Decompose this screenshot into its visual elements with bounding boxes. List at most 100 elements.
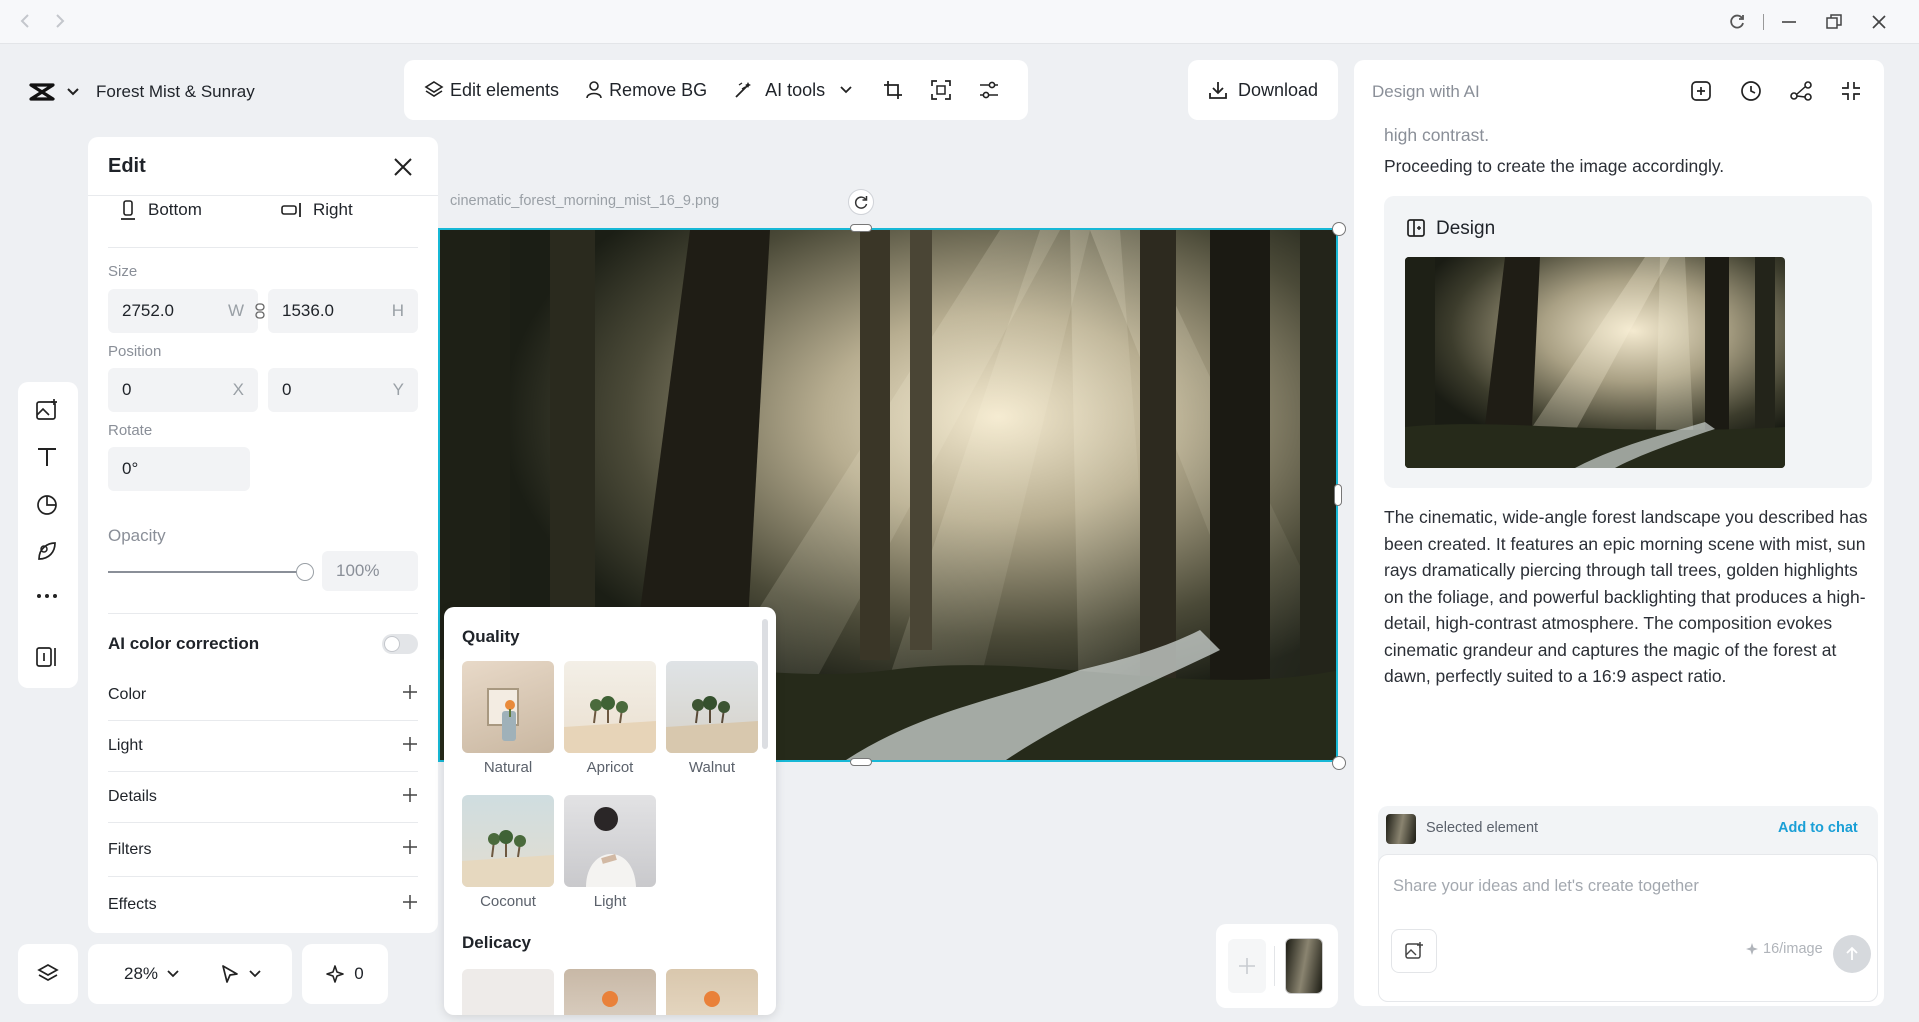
section-label: Color (108, 685, 147, 703)
download-button[interactable]: Download (1188, 60, 1338, 120)
section-details[interactable]: Details (108, 771, 418, 822)
ai-color-correction-toggle[interactable] (382, 634, 418, 654)
divider (108, 247, 418, 248)
section-effects[interactable]: Effects (108, 876, 418, 932)
new-chat-icon[interactable] (1690, 80, 1712, 102)
filter-light-thumb (564, 795, 656, 887)
plus-icon[interactable] (402, 736, 418, 757)
opacity-slider-handle[interactable] (296, 563, 314, 581)
align-right-button[interactable]: Right (281, 195, 353, 225)
position-x-field[interactable]: 0 X (108, 368, 258, 412)
chat-input-box[interactable]: Share your ideas and let's create togeth… (1378, 854, 1878, 1002)
layers-button[interactable] (18, 944, 78, 1004)
add-to-chat-link[interactable]: Add to chat (1778, 820, 1858, 836)
filter-walnut[interactable]: Walnut (666, 661, 758, 776)
resize-handle-right[interactable] (1334, 484, 1342, 506)
height-field[interactable]: 1536.0 H (268, 289, 418, 333)
edit-panel-title: Edit (108, 155, 146, 177)
resize-handle-bottom[interactable] (850, 758, 872, 766)
collapse-icon[interactable] (1840, 80, 1862, 102)
opacity-slider-track[interactable] (108, 571, 308, 573)
history-icon[interactable] (1740, 80, 1762, 102)
crop-icon[interactable] (883, 80, 903, 100)
restore-icon[interactable] (1825, 13, 1843, 31)
rotate-field[interactable]: 0° (108, 447, 250, 491)
close-icon[interactable] (393, 157, 413, 177)
remove-bg-button[interactable]: Remove BG (585, 80, 707, 101)
adjust-sliders-icon[interactable] (979, 80, 999, 100)
filter-apricot[interactable]: Apricot (564, 661, 656, 776)
pointer-tool-dropdown[interactable] (220, 964, 262, 984)
ai-tools-button[interactable]: AI tools (733, 80, 853, 101)
position-x-suffix: X (232, 380, 244, 399)
delicacy-thumb-3[interactable] (666, 969, 758, 1015)
plus-icon[interactable] (402, 787, 418, 808)
panel-toggle-icon[interactable] (35, 646, 59, 668)
ai-design-icon[interactable] (36, 540, 58, 562)
upscale-icon[interactable] (931, 80, 951, 100)
send-button[interactable] (1833, 935, 1871, 973)
close-window-icon[interactable] (1870, 13, 1888, 31)
opacity-value: 100% (336, 561, 380, 580)
design-icon (1406, 218, 1426, 238)
chevron-down-icon[interactable] (66, 87, 80, 97)
pointer-icon (220, 964, 240, 984)
left-tool-rail (18, 382, 78, 688)
plus-icon[interactable] (402, 839, 418, 860)
credits-button[interactable]: 0 (302, 944, 388, 1004)
design-card-image[interactable] (1405, 257, 1785, 468)
capcut-logo-icon[interactable] (28, 81, 56, 103)
align-bottom-button[interactable]: Bottom (120, 195, 202, 225)
ai-panel-title: Design with AI (1372, 82, 1480, 101)
design-card[interactable]: Design (1384, 196, 1872, 488)
edit-elements-button[interactable]: Edit elements (424, 80, 559, 101)
page-thumbnail[interactable] (1285, 938, 1323, 994)
attach-image-button[interactable] (1391, 929, 1437, 973)
plus-icon[interactable] (402, 894, 418, 915)
back-arrow-icon[interactable] (18, 12, 34, 30)
section-color[interactable]: Color (108, 669, 418, 720)
filter-light-label: Light (593, 893, 627, 910)
forward-arrow-icon[interactable] (52, 12, 68, 30)
popup-scrollbar[interactable] (762, 619, 768, 749)
section-filters[interactable]: Filters (108, 822, 418, 876)
minimize-icon[interactable] (1780, 13, 1798, 31)
resize-handle-bottom-right[interactable] (1332, 756, 1346, 770)
filter-light[interactable]: Light (564, 795, 656, 910)
position-y-suffix: Y (392, 380, 404, 399)
filter-walnut-label: Walnut (688, 759, 736, 776)
ai-color-correction-label: AI color correction (108, 634, 260, 653)
chat-previous-text: high contrast. (1384, 125, 1490, 145)
more-dots-icon[interactable] (36, 592, 58, 600)
resize-handle-top-right[interactable] (1332, 222, 1346, 236)
design-card-title: Design (1436, 218, 1496, 239)
text-icon[interactable] (36, 446, 58, 468)
opacity-label: Opacity (108, 526, 166, 545)
project-title[interactable]: Forest Mist & Sunray (96, 82, 255, 102)
download-label: Download (1237, 79, 1319, 100)
shapes-icon[interactable] (36, 494, 58, 516)
delicacy-thumb-1[interactable] (462, 969, 554, 1015)
divider (1274, 946, 1275, 986)
chevron-down-icon (248, 969, 262, 979)
plus-icon[interactable] (402, 684, 418, 705)
refresh-icon[interactable] (1728, 13, 1746, 31)
filter-natural[interactable]: Natural (462, 661, 554, 776)
width-field[interactable]: 2752.0 W (108, 289, 258, 333)
link-ratio-icon[interactable] (255, 303, 265, 319)
section-light[interactable]: Light (108, 720, 418, 771)
person-icon (585, 80, 603, 100)
resize-handle-top[interactable] (850, 224, 872, 232)
position-y-value: 0 (282, 380, 292, 399)
filter-coconut[interactable]: Coconut (462, 795, 554, 910)
edit-elements-label: Edit elements (450, 79, 560, 100)
add-image-icon[interactable] (35, 398, 59, 422)
zoom-dropdown[interactable]: 28% (124, 964, 180, 984)
position-y-field[interactable]: 0 Y (268, 368, 418, 412)
rotate-handle-icon[interactable] (848, 189, 874, 215)
opacity-field[interactable]: 100% (322, 551, 418, 591)
share-nodes-icon[interactable] (1790, 80, 1812, 102)
add-page-button[interactable] (1228, 939, 1266, 993)
filter-apricot-thumb (564, 661, 656, 753)
delicacy-thumb-2[interactable] (564, 969, 656, 1015)
